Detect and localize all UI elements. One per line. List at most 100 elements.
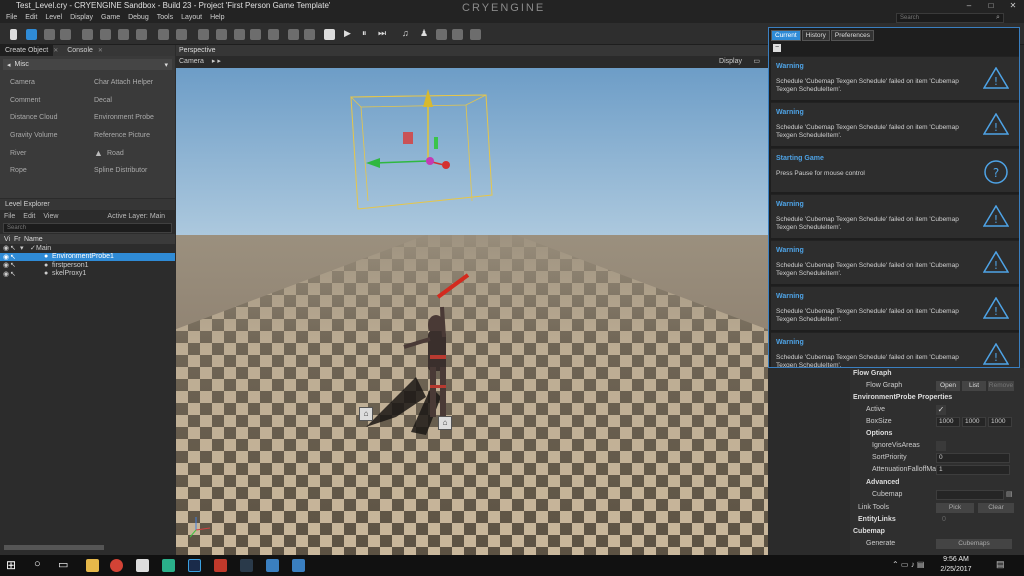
search-icon[interactable]: ⌕ xyxy=(996,14,1000,22)
notification-card[interactable]: Warning Schedule 'Cubemap Texgen Schedul… xyxy=(771,56,1019,100)
clear-button[interactable]: Clear xyxy=(978,503,1014,513)
notification-card[interactable]: Warning Schedule 'Cubemap Texgen Schedul… xyxy=(771,240,1019,284)
object-item[interactable]: Rope xyxy=(10,167,27,174)
tree-row[interactable]: ◉ ↖ ● EnvironmentProbe1 xyxy=(0,252,175,261)
ignore-vis-checkbox[interactable] xyxy=(936,441,946,451)
perspective-viewport[interactable]: Perspective Camera ▸ ▸ Display ▭ ⌂ ⌂ xyxy=(176,45,768,555)
cryengine-sandbox-icon[interactable] xyxy=(292,559,305,572)
terrain-icon[interactable] xyxy=(268,29,279,40)
section-flow-graph[interactable]: Flow Graph xyxy=(850,368,1024,380)
col-freeze[interactable]: Fr xyxy=(14,236,24,243)
environment-icon[interactable] xyxy=(470,29,481,40)
camera-icon[interactable] xyxy=(304,29,315,40)
pointer-icon[interactable]: ↖ xyxy=(10,244,20,252)
menu-level[interactable]: Level xyxy=(45,14,62,21)
eye-icon[interactable]: ◉ xyxy=(0,253,10,261)
app-icon[interactable] xyxy=(162,559,175,572)
notification-card[interactable]: Warning Schedule 'Cubemap Texgen Schedul… xyxy=(771,332,1019,367)
object-item[interactable]: Char Attach Helper xyxy=(94,79,153,86)
menu-help[interactable]: Help xyxy=(210,14,224,21)
link-icon[interactable] xyxy=(234,29,245,40)
align-icon[interactable] xyxy=(136,29,147,40)
snap-angle-icon[interactable] xyxy=(100,29,111,40)
horizontal-scrollbar[interactable] xyxy=(4,545,104,550)
sort-priority-field[interactable]: 0 xyxy=(936,453,1010,463)
ai-icon[interactable] xyxy=(436,29,447,40)
box-size-y-field[interactable]: 1000 xyxy=(962,417,986,427)
select-box-icon[interactable] xyxy=(198,29,209,40)
minimize-button[interactable]: – xyxy=(958,0,980,11)
list-button[interactable]: List xyxy=(962,381,986,391)
camera-dropdown[interactable]: Camera xyxy=(179,58,204,65)
notification-card[interactable]: Warning Schedule 'Cubemap Texgen Schedul… xyxy=(771,194,1019,238)
app-icon[interactable] xyxy=(214,559,227,572)
object-item[interactable]: Environment Probe xyxy=(94,114,154,121)
menu-display[interactable]: Display xyxy=(70,14,93,21)
layout-icon[interactable]: ▭ xyxy=(753,56,760,68)
pointer-icon[interactable]: ↖ xyxy=(10,261,44,269)
play-icon[interactable]: ▶ xyxy=(344,28,351,39)
chevron-down-icon[interactable]: ▾ xyxy=(20,244,30,252)
maximize-button[interactable]: □ xyxy=(980,0,1002,11)
notification-card[interactable]: Starting Game Press Pause for mouse cont… xyxy=(771,148,1019,192)
vegetation-icon[interactable] xyxy=(452,29,463,40)
object-item[interactable]: Camera xyxy=(10,79,35,86)
menu-game[interactable]: Game xyxy=(101,14,120,21)
level-search-input[interactable]: Search xyxy=(3,223,172,233)
audio-icon[interactable]: ♫ xyxy=(402,28,409,38)
windows-start-icon[interactable]: ⊞ xyxy=(6,558,16,572)
snap-grid-icon[interactable] xyxy=(82,29,93,40)
scale-tool-icon[interactable] xyxy=(60,29,71,40)
physics-icon[interactable] xyxy=(158,29,169,40)
back-arrow-icon[interactable]: ◂ xyxy=(7,61,11,69)
photoshop-icon[interactable] xyxy=(188,559,201,572)
tab-create-object[interactable]: Create Object xyxy=(0,45,54,56)
eye-icon[interactable]: ◉ xyxy=(0,261,10,269)
search-icon[interactable]: ○ xyxy=(34,558,41,570)
tree-row[interactable]: ◉ ↖ ● skelProxy1 xyxy=(0,270,175,279)
zoom-icon[interactable] xyxy=(176,29,187,40)
close-button[interactable]: ✕ xyxy=(1002,0,1024,11)
section-options[interactable]: Options xyxy=(850,428,1024,440)
cubemap-field[interactable] xyxy=(936,490,1004,500)
menu-debug[interactable]: Debug xyxy=(128,14,149,21)
pointer-icon[interactable]: ↖ xyxy=(10,253,44,261)
select-tool-icon[interactable] xyxy=(10,29,17,40)
move-tool-icon[interactable] xyxy=(26,29,37,40)
entity-links-row[interactable]: EntityLinks 0 xyxy=(850,514,1024,526)
tab-console[interactable]: Console xyxy=(62,45,98,56)
close-icon[interactable]: ✕ xyxy=(98,47,103,54)
task-view-icon[interactable]: ▭ xyxy=(58,558,68,571)
box-size-z-field[interactable]: 1000 xyxy=(988,417,1012,427)
screenshot-icon[interactable] xyxy=(324,29,335,40)
tray-icons[interactable]: ⌃ ▭ ♪ ▤ xyxy=(892,560,925,569)
pick-button[interactable]: Pick xyxy=(936,503,974,513)
object-item[interactable]: Comment xyxy=(10,97,40,104)
eye-icon[interactable]: ◉ xyxy=(0,244,10,252)
cryengine-launcher-icon[interactable] xyxy=(266,559,279,572)
object-item[interactable]: Spline Distributor xyxy=(94,167,147,174)
attenuation-field[interactable]: 1 xyxy=(936,465,1010,475)
notification-card[interactable]: Warning Schedule 'Cubemap Texgen Schedul… xyxy=(771,102,1019,146)
entity-marker-icon[interactable]: ⌂ xyxy=(359,407,373,421)
open-button[interactable]: Open xyxy=(936,381,960,391)
object-item[interactable]: River xyxy=(10,150,26,157)
tab-history[interactable]: History xyxy=(801,30,830,41)
tab-current[interactable]: Current xyxy=(771,30,801,41)
object-item[interactable]: Decal xyxy=(94,97,112,104)
pause-icon[interactable]: ⏸ xyxy=(362,28,367,39)
object-item[interactable]: Distance Cloud xyxy=(10,114,57,121)
snap-scale-icon[interactable] xyxy=(118,29,129,40)
folder-icon[interactable]: ▤ xyxy=(1006,490,1013,498)
step-icon[interactable]: ⏭ xyxy=(378,28,386,39)
steam-icon[interactable] xyxy=(240,559,253,572)
notifications-icon[interactable]: ▤ xyxy=(996,559,1005,570)
section-probe-properties[interactable]: EnvironmentProbe Properties xyxy=(850,392,1024,404)
col-visible[interactable]: Vi xyxy=(4,236,14,243)
menu-edit[interactable]: Edit xyxy=(23,213,35,220)
character-model[interactable] xyxy=(356,267,506,467)
object-item[interactable]: Reference Picture xyxy=(94,132,150,139)
pointer-icon[interactable]: ↖ xyxy=(10,270,44,278)
menu-tools[interactable]: Tools xyxy=(157,14,173,21)
box-size-x-field[interactable]: 1000 xyxy=(936,417,960,427)
